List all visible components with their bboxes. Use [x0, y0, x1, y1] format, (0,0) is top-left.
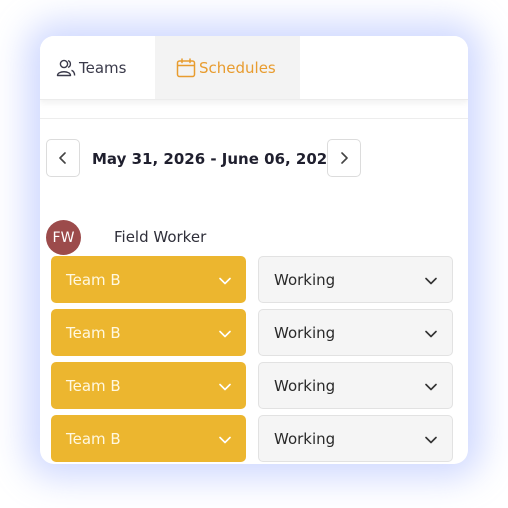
schedule-row: Team B Working	[51, 362, 454, 409]
chevron-down-icon	[219, 324, 231, 342]
status-select[interactable]: Working	[258, 362, 453, 409]
avatar: FW	[46, 220, 81, 255]
schedule-rows: Team B Working Team B Working Team B Wor…	[51, 256, 454, 464]
calendar-icon	[176, 57, 199, 78]
team-select-value: Team B	[66, 429, 121, 448]
chevron-down-icon	[425, 430, 437, 448]
schedule-row: Team B Working	[51, 256, 454, 303]
status-select[interactable]: Working	[258, 415, 453, 462]
chevron-right-icon	[339, 149, 349, 168]
date-navigator: May 31, 2026 - June 06, 2026	[46, 139, 368, 179]
status-select[interactable]: Working	[258, 256, 453, 303]
worker-header: FW Field Worker	[46, 220, 346, 256]
chevron-left-icon	[58, 149, 68, 168]
schedule-card: Teams Schedules May 31, 2026 - June 06, …	[40, 36, 468, 464]
tab-bar: Teams Schedules	[40, 36, 468, 100]
schedule-row: Team B Working	[51, 309, 454, 356]
users-icon	[56, 59, 79, 77]
chevron-down-icon	[219, 430, 231, 448]
date-range-label: May 31, 2026 - June 06, 2026	[92, 150, 338, 168]
tab-teams[interactable]: Teams	[40, 36, 155, 99]
team-select[interactable]: Team B	[51, 309, 246, 356]
status-select-value: Working	[274, 429, 336, 448]
tab-schedules[interactable]: Schedules	[155, 36, 300, 99]
team-select[interactable]: Team B	[51, 256, 246, 303]
previous-week-button[interactable]	[46, 139, 80, 177]
team-select-value: Team B	[66, 323, 121, 342]
team-select[interactable]: Team B	[51, 415, 246, 462]
chevron-down-icon	[425, 271, 437, 289]
status-select-value: Working	[274, 376, 336, 395]
next-week-button[interactable]	[327, 139, 361, 177]
schedule-row: Team B Working	[51, 415, 454, 462]
tab-schedules-label: Schedules	[199, 58, 276, 77]
status-select[interactable]: Working	[258, 309, 453, 356]
toolbar-divider	[40, 102, 468, 119]
chevron-down-icon	[219, 377, 231, 395]
team-select-value: Team B	[66, 376, 121, 395]
worker-name: Field Worker	[114, 228, 207, 246]
status-select-value: Working	[274, 270, 336, 289]
chevron-down-icon	[425, 377, 437, 395]
chevron-down-icon	[219, 271, 231, 289]
status-select-value: Working	[274, 323, 336, 342]
team-select-value: Team B	[66, 270, 121, 289]
tab-teams-label: Teams	[79, 58, 127, 77]
team-select[interactable]: Team B	[51, 362, 246, 409]
chevron-down-icon	[425, 324, 437, 342]
